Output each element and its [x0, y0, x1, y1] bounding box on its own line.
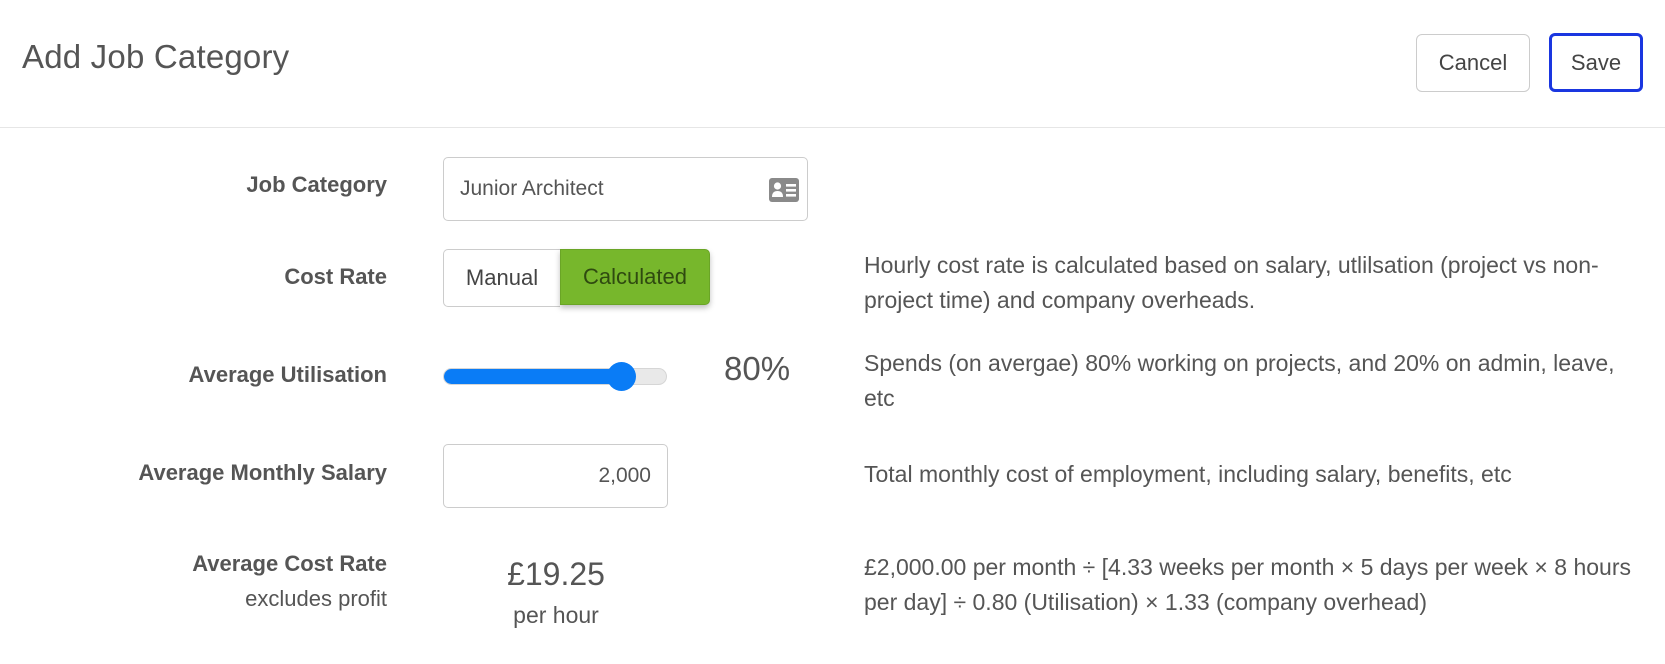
cost-rate-label: Cost Rate — [284, 264, 387, 289]
monthly-salary-input[interactable]: 2,000 — [443, 444, 668, 508]
job-category-label: Job Category — [246, 172, 387, 197]
page-header: Add Job Category Cancel Save — [0, 0, 1665, 128]
excludes-profit-label: excludes profit — [245, 586, 387, 611]
calculated-option[interactable]: Calculated — [560, 249, 710, 305]
utilisation-percent: 80% — [724, 350, 791, 387]
average-utilisation-label: Average Utilisation — [188, 362, 387, 387]
per-hour-label: per hour — [513, 602, 599, 628]
average-cost-rate-label: Average Cost Rate — [192, 551, 387, 576]
page-title: Add Job Category — [22, 38, 290, 75]
utilisation-slider[interactable] — [443, 362, 667, 391]
salary-description: Total monthly cost of employment, includ… — [864, 461, 1512, 487]
cost-rate-description: Hourly cost rate is calculated based on … — [864, 252, 1599, 313]
monthly-salary-value: 2,000 — [598, 464, 651, 487]
manual-option[interactable]: Manual — [443, 249, 560, 307]
job-category-input[interactable]: Junior Architect — [443, 157, 808, 221]
utilisation-description: Spends (on avergae) 80% working on proje… — [864, 350, 1615, 411]
cost-rate-formula: £2,000.00 per month ÷ [4.33 weeks per mo… — [864, 554, 1631, 615]
cost-rate-toggle: Manual Calculated — [443, 249, 710, 307]
slider-thumb[interactable] — [607, 362, 636, 391]
slider-fill — [444, 369, 622, 384]
cost-rate-value: £19.25 — [507, 556, 605, 592]
save-button[interactable]: Save — [1549, 33, 1643, 92]
job-category-value: Junior Architect — [460, 177, 604, 200]
average-monthly-salary-label: Average Monthly Salary — [138, 460, 387, 485]
id-card-icon — [769, 178, 799, 202]
cancel-button[interactable]: Cancel — [1416, 34, 1530, 92]
